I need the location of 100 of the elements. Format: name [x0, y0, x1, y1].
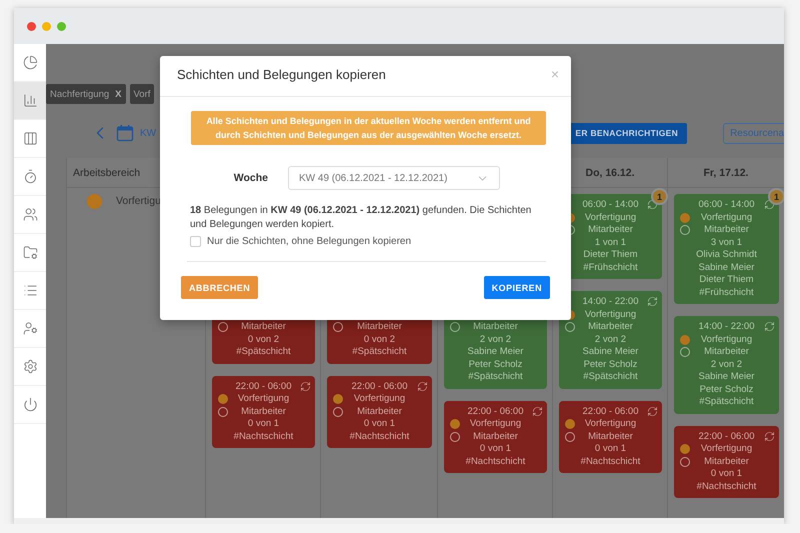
dialog-title: Schichten und Belegungen kopieren [177, 66, 386, 82]
shift-card[interactable]: 22:00 - 06:00 Vorfertigung Mitarbeiter 0 von 1 #Nachtschicht [212, 376, 315, 448]
staff-count: 2 von 2 [594, 334, 626, 346]
status-ring [565, 322, 575, 332]
shift-time: 22:00 - 06:00 [352, 380, 408, 393]
shift-tag: #Nachtschicht [580, 456, 640, 468]
shift-area: Vorfertigung [584, 308, 636, 321]
employee-name: Peter Scholz [468, 358, 522, 371]
copy-button[interactable]: KOPIEREN [484, 276, 550, 299]
shift-area: Vorfertigung [470, 418, 522, 430]
info-text: 18 Belegungen in KW 49 (06.12.2021 - 12.12.2021) gefunden. Die Schichten und Belegungen werden kopiert. [190, 204, 532, 232]
day-header: Fr, 17.12. [668, 158, 784, 188]
week-select[interactable]: KW 49 (06.12.2021 - 12.12.2021) [288, 166, 500, 190]
checkbox[interactable] [190, 236, 201, 247]
cancel-button[interactable]: ABBRECHEN [181, 276, 258, 299]
shift-tag: #Nachtschicht [234, 430, 294, 443]
minimize-dot[interactable] [42, 22, 51, 30]
folder-gear-icon [22, 245, 38, 260]
employee-name: Sabine Meier [698, 371, 754, 384]
power-icon [22, 397, 38, 412]
chip-label: Nachfertigung [50, 88, 110, 100]
employee-name: Sabine Meier [698, 262, 754, 274]
shift-time: 06:00 - 14:00 [582, 199, 638, 212]
area-name: Vorfertigu [116, 194, 161, 209]
shift-time: 22:00 - 06:00 [236, 380, 292, 393]
refresh-icon[interactable] [647, 296, 658, 307]
user-gear-icon [22, 321, 38, 336]
staff-count: 3 von 1 [710, 236, 742, 249]
shift-card[interactable]: 22:00 - 06:00 Vorfertigung Mitarbeiter 0 von 1 #Nachtschicht [674, 426, 779, 498]
shift-time: 14:00 - 22:00 [698, 321, 754, 334]
shift-tag: #Spätschicht [352, 346, 407, 358]
shift-area: Vorfertigung [354, 393, 406, 406]
refresh-icon[interactable] [764, 321, 775, 332]
employee-name: Peter Scholz [584, 358, 638, 371]
shift-role: Mitarbeiter [588, 321, 633, 334]
shift-card[interactable]: 22:00 - 06:00 Vorfertigung Mitarbeiter 0 von 1 #Nachtschicht [444, 400, 547, 473]
shift-role: Mitarbeiter [704, 346, 749, 358]
chip-remove[interactable]: X [115, 88, 122, 100]
pie-chart-icon [22, 55, 38, 70]
shift-role: Mitarbeiter [588, 430, 633, 443]
count-badge: 1 [651, 188, 668, 205]
refresh-icon[interactable] [647, 406, 658, 416]
shift-card[interactable]: 14:00 - 22:00 Vorfertigung Mitarbeiter 2 von 2 Sabine Meier Peter Scholz #Spätschicht [559, 291, 662, 388]
status-ring [680, 225, 690, 235]
status-ring [680, 347, 690, 357]
staff-count: 2 von 2 [710, 358, 742, 371]
columns-icon [22, 131, 38, 146]
staff-count: 0 von 2 [248, 334, 280, 346]
maximize-dot[interactable] [57, 22, 66, 30]
status-ring [565, 432, 575, 442]
shift-time: 22:00 - 06:00 [468, 406, 524, 418]
shift-role: Mitarbeiter [357, 406, 402, 418]
employee-name: Dieter Thiem [583, 249, 638, 262]
status-ring [680, 456, 690, 466]
staff-count: 0 von 2 [364, 334, 396, 346]
filter-chip[interactable]: Vorf [130, 84, 154, 104]
shift-area: Vorfertigung [584, 418, 636, 430]
filter-chip[interactable]: Nachfertigung X [46, 84, 126, 104]
status-ring [333, 322, 343, 332]
refresh-icon[interactable] [417, 380, 428, 392]
employee-name: Dieter Thiem [699, 274, 754, 286]
calendar-icon[interactable] [116, 124, 134, 142]
area-dot [333, 394, 343, 404]
status-ring [450, 322, 460, 332]
shift-time: 06:00 - 14:00 [698, 199, 754, 212]
users-icon [22, 207, 38, 222]
employee-name: Olivia Schmidt [696, 249, 757, 262]
shift-role: Mitarbeiter [241, 406, 286, 418]
staff-count: 0 von 1 [710, 468, 742, 480]
shift-card[interactable]: 14:00 - 22:00 Vorfertigung Mitarbeiter 2 von 2 Sabine Meier Peter Scholz #Spätschicht [674, 316, 779, 414]
refresh-icon[interactable] [764, 430, 775, 442]
shift-card[interactable]: 22:00 - 06:00 Vorfertigung Mitarbeiter 0 von 1 #Nachtschicht [559, 400, 662, 473]
shift-tag: #Spätschicht [236, 346, 291, 358]
staff-count: 0 von 1 [594, 443, 626, 456]
shift-role: Mitarbeiter [473, 321, 518, 334]
staff-count: 0 von 1 [480, 443, 512, 456]
warning-alert: Alle Schichten und Belegungen in der aktuellen Woche werden entfernt und durch Schichten und Belegungen aus der ausgewählten Woche ersetzt. [191, 111, 546, 145]
area-dot [680, 334, 690, 344]
status-ring [450, 432, 460, 442]
shift-tag: #Spätschicht [583, 371, 638, 384]
staff-count: 2 von 2 [480, 334, 512, 346]
shift-role: Mitarbeiter [588, 224, 633, 236]
week-label: KW [140, 128, 156, 138]
shift-area: Vorfertigung [700, 212, 752, 224]
shift-card[interactable]: 22:00 - 06:00 Vorfertigung Mitarbeiter 0 von 1 #Nachtschicht [327, 376, 432, 448]
close-dot[interactable] [27, 22, 36, 30]
shift-tag: #Frühschicht [699, 286, 754, 299]
shift-area: Vorfertigung [700, 334, 752, 346]
area-dot [450, 419, 460, 429]
settings-icon [22, 359, 38, 374]
status-ring [333, 406, 343, 416]
shift-tag: #Nachtschicht [350, 430, 410, 443]
checkbox-label: Nur die Schichten, ohne Belegungen kopieren [207, 236, 412, 247]
area-dot [680, 444, 690, 454]
shift-role: Mitarbeiter [704, 224, 749, 236]
refresh-icon[interactable] [300, 380, 311, 392]
refresh-icon[interactable] [532, 406, 543, 416]
shift-tag: #Nachtschicht [696, 480, 756, 493]
shift-time: 22:00 - 06:00 [698, 430, 754, 443]
shift-area: Vorfertigung [700, 443, 752, 456]
